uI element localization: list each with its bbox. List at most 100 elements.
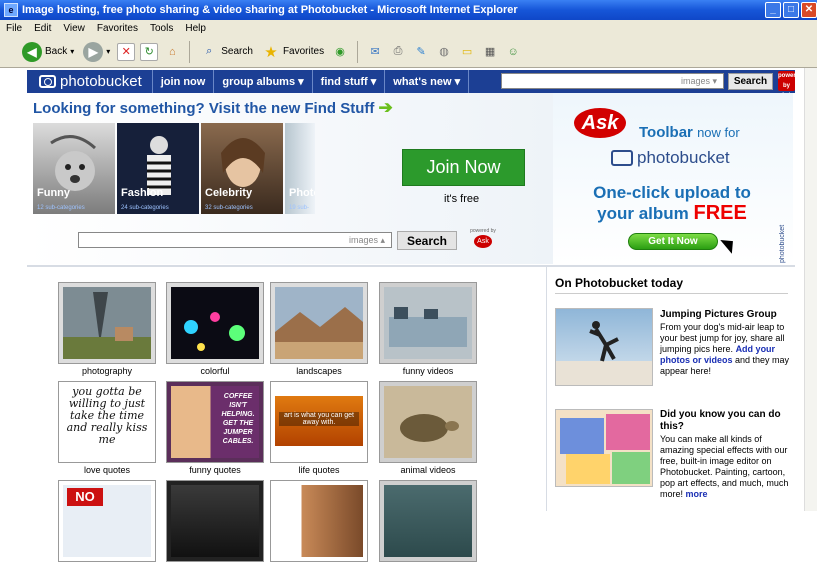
messenger-icon[interactable]: ☺ [504, 43, 522, 61]
ask-toolbar-heading: Toolbar now for [639, 124, 740, 141]
banner-search-input[interactable]: images ▴ [78, 232, 392, 248]
nav-search-button[interactable]: Search [728, 73, 773, 90]
nav-join-now[interactable]: join now [153, 70, 215, 93]
category-tile-funny[interactable]: Funny 12 sub-categories [33, 123, 115, 214]
its-free-text: it's free [444, 193, 480, 205]
search-button[interactable]: ⌕ Search [198, 40, 255, 64]
menu-edit[interactable]: Edit [34, 23, 51, 34]
favorites-button[interactable]: ★ Favorites [260, 40, 326, 64]
menu-tools[interactable]: Tools [150, 23, 173, 34]
thumb-photography[interactable] [58, 282, 156, 364]
vertical-photobucket-logo: photobucket [779, 224, 786, 263]
home-icon[interactable]: ⌂ [163, 43, 181, 61]
tile-sub: 24 sub-categories [121, 205, 169, 211]
toolbar-word: Toolbar [639, 124, 693, 141]
thumb-label[interactable]: funny videos [379, 366, 477, 376]
thumb-label[interactable]: funny quotes [166, 465, 264, 475]
menu-view[interactable]: View [63, 23, 85, 34]
menu-favorites[interactable]: Favorites [97, 23, 138, 34]
discuss-icon[interactable]: ◍ [435, 43, 453, 61]
ask-photobucket-brand: photobucket [611, 148, 730, 168]
nav-whats-new[interactable]: what's new ▾ [385, 70, 470, 93]
search-label: Search [221, 46, 253, 57]
tornado-image [63, 287, 151, 359]
mail-icon[interactable]: ✉ [366, 43, 384, 61]
print-icon[interactable]: ⎙ [389, 43, 407, 61]
thumb-landscapes[interactable] [270, 282, 368, 364]
jumping-group-image[interactable] [555, 308, 653, 386]
thumb-animal-videos[interactable] [379, 381, 477, 463]
star-icon: ★ [264, 43, 278, 61]
coffee-quote-text: COFFEE ISN'T HELPING. GET THE JUMPER CAB… [221, 393, 255, 445]
menu-file[interactable]: File [6, 23, 22, 34]
window-controls: _ □ ✕ [765, 2, 817, 18]
feature-heading[interactable]: Jumping Pictures Group [660, 309, 790, 321]
turtle-image [384, 386, 472, 458]
nav-group-albums[interactable]: group albums ▾ [214, 70, 313, 93]
category-grid: photography colorful landscapes funny vi… [27, 267, 543, 562]
thumb-no-sign[interactable]: NO [58, 480, 156, 562]
upload-line2: your album [597, 204, 689, 223]
minimize-icon[interactable]: _ [765, 2, 781, 18]
thumb-colorful[interactable] [166, 282, 264, 364]
photobucket-logo[interactable]: photobucket [27, 70, 153, 93]
office-image [384, 287, 472, 359]
thumb-dark[interactable] [166, 480, 264, 562]
join-now-button[interactable]: Join Now [402, 149, 525, 186]
back-arrow-icon: ◀ [22, 41, 42, 62]
sidebar-title: On Photobucket today [555, 276, 684, 290]
desert-image [275, 287, 363, 359]
stop-icon[interactable]: ✕ [117, 42, 136, 61]
close-icon[interactable]: ✕ [801, 2, 817, 18]
thumb-label[interactable]: colorful [166, 366, 264, 376]
vertical-scrollbar[interactable] [804, 68, 817, 511]
thumb-label[interactable]: photography [58, 366, 156, 376]
back-dropdown-icon: ▾ [70, 47, 75, 56]
tile-sub: 12 sub-categories [37, 205, 85, 211]
favorites-label: Favorites [282, 46, 325, 57]
thumb-funny-videos[interactable] [379, 282, 477, 364]
category-tile-celebrity[interactable]: Celebrity 32 sub-categories [201, 123, 283, 214]
back-button[interactable]: ◀ Back ▾ [20, 40, 76, 64]
get-it-now-button[interactable]: Get It Now [628, 233, 718, 250]
banner-search-scope[interactable]: images ▴ [349, 235, 385, 246]
image-editor-image[interactable] [555, 409, 653, 487]
more-link[interactable]: more [686, 489, 708, 499]
maximize-icon[interactable]: □ [783, 2, 799, 18]
banner-search-button[interactable]: Search [397, 231, 457, 250]
water-image [384, 485, 472, 557]
window-titlebar: e Image hosting, free photo sharing & vi… [0, 0, 817, 20]
thumb-life-quotes[interactable]: art is what you can get away with. [270, 381, 368, 463]
folder-icon[interactable]: ▭ [458, 43, 476, 61]
category-tile-photo[interactable]: Photo 19 sub- [285, 123, 315, 214]
nav-find-stuff[interactable]: find stuff ▾ [313, 70, 386, 93]
forward-button[interactable]: ▶ ▾ [81, 40, 112, 64]
thumb-label[interactable]: animal videos [379, 465, 477, 475]
powered-by-ask: powered by Ask [470, 228, 496, 252]
ask-logo-icon: Ask [474, 235, 492, 248]
research-icon[interactable]: ▦ [481, 43, 499, 61]
edit-icon[interactable]: ✎ [412, 43, 430, 61]
now-for-text: now for [697, 125, 740, 140]
thumb-label[interactable]: landscapes [270, 366, 368, 376]
thumb-portrait[interactable] [270, 480, 368, 562]
camera-logo-icon [611, 150, 633, 166]
ask-toolbar-promo[interactable]: Ask Toolbar now for photobucket One-clic… [553, 93, 793, 264]
media-icon[interactable]: ◉ [331, 43, 349, 61]
on-photobucket-today: On Photobucket today Jumping Pictures Gr… [546, 267, 793, 511]
feature-heading[interactable]: Did you know you can do this? [660, 409, 790, 433]
category-tile-fashion[interactable]: Fashion 24 sub-categories [117, 123, 199, 214]
refresh-icon[interactable]: ↻ [140, 42, 159, 61]
menu-help[interactable]: Help [185, 23, 206, 34]
nav-search-scope[interactable]: images ▾ [681, 76, 717, 87]
thumb-water[interactable] [379, 480, 477, 562]
camera-logo-icon [39, 75, 56, 88]
thumb-label[interactable]: love quotes [58, 465, 156, 475]
brand-text: photobucket [637, 148, 730, 167]
thumb-funny-quotes[interactable]: COFFEE ISN'T HELPING. GET THE JUMPER CAB… [166, 381, 264, 463]
nav-search-input[interactable]: images ▾ [501, 73, 724, 89]
thumb-love-quotes[interactable]: you gotta be willing to just take the ti… [58, 381, 156, 463]
toolbar-separator [189, 40, 191, 63]
thumb-label[interactable]: life quotes [270, 465, 368, 475]
banner-title[interactable]: Looking for something? Visit the new Fin… [33, 98, 393, 118]
